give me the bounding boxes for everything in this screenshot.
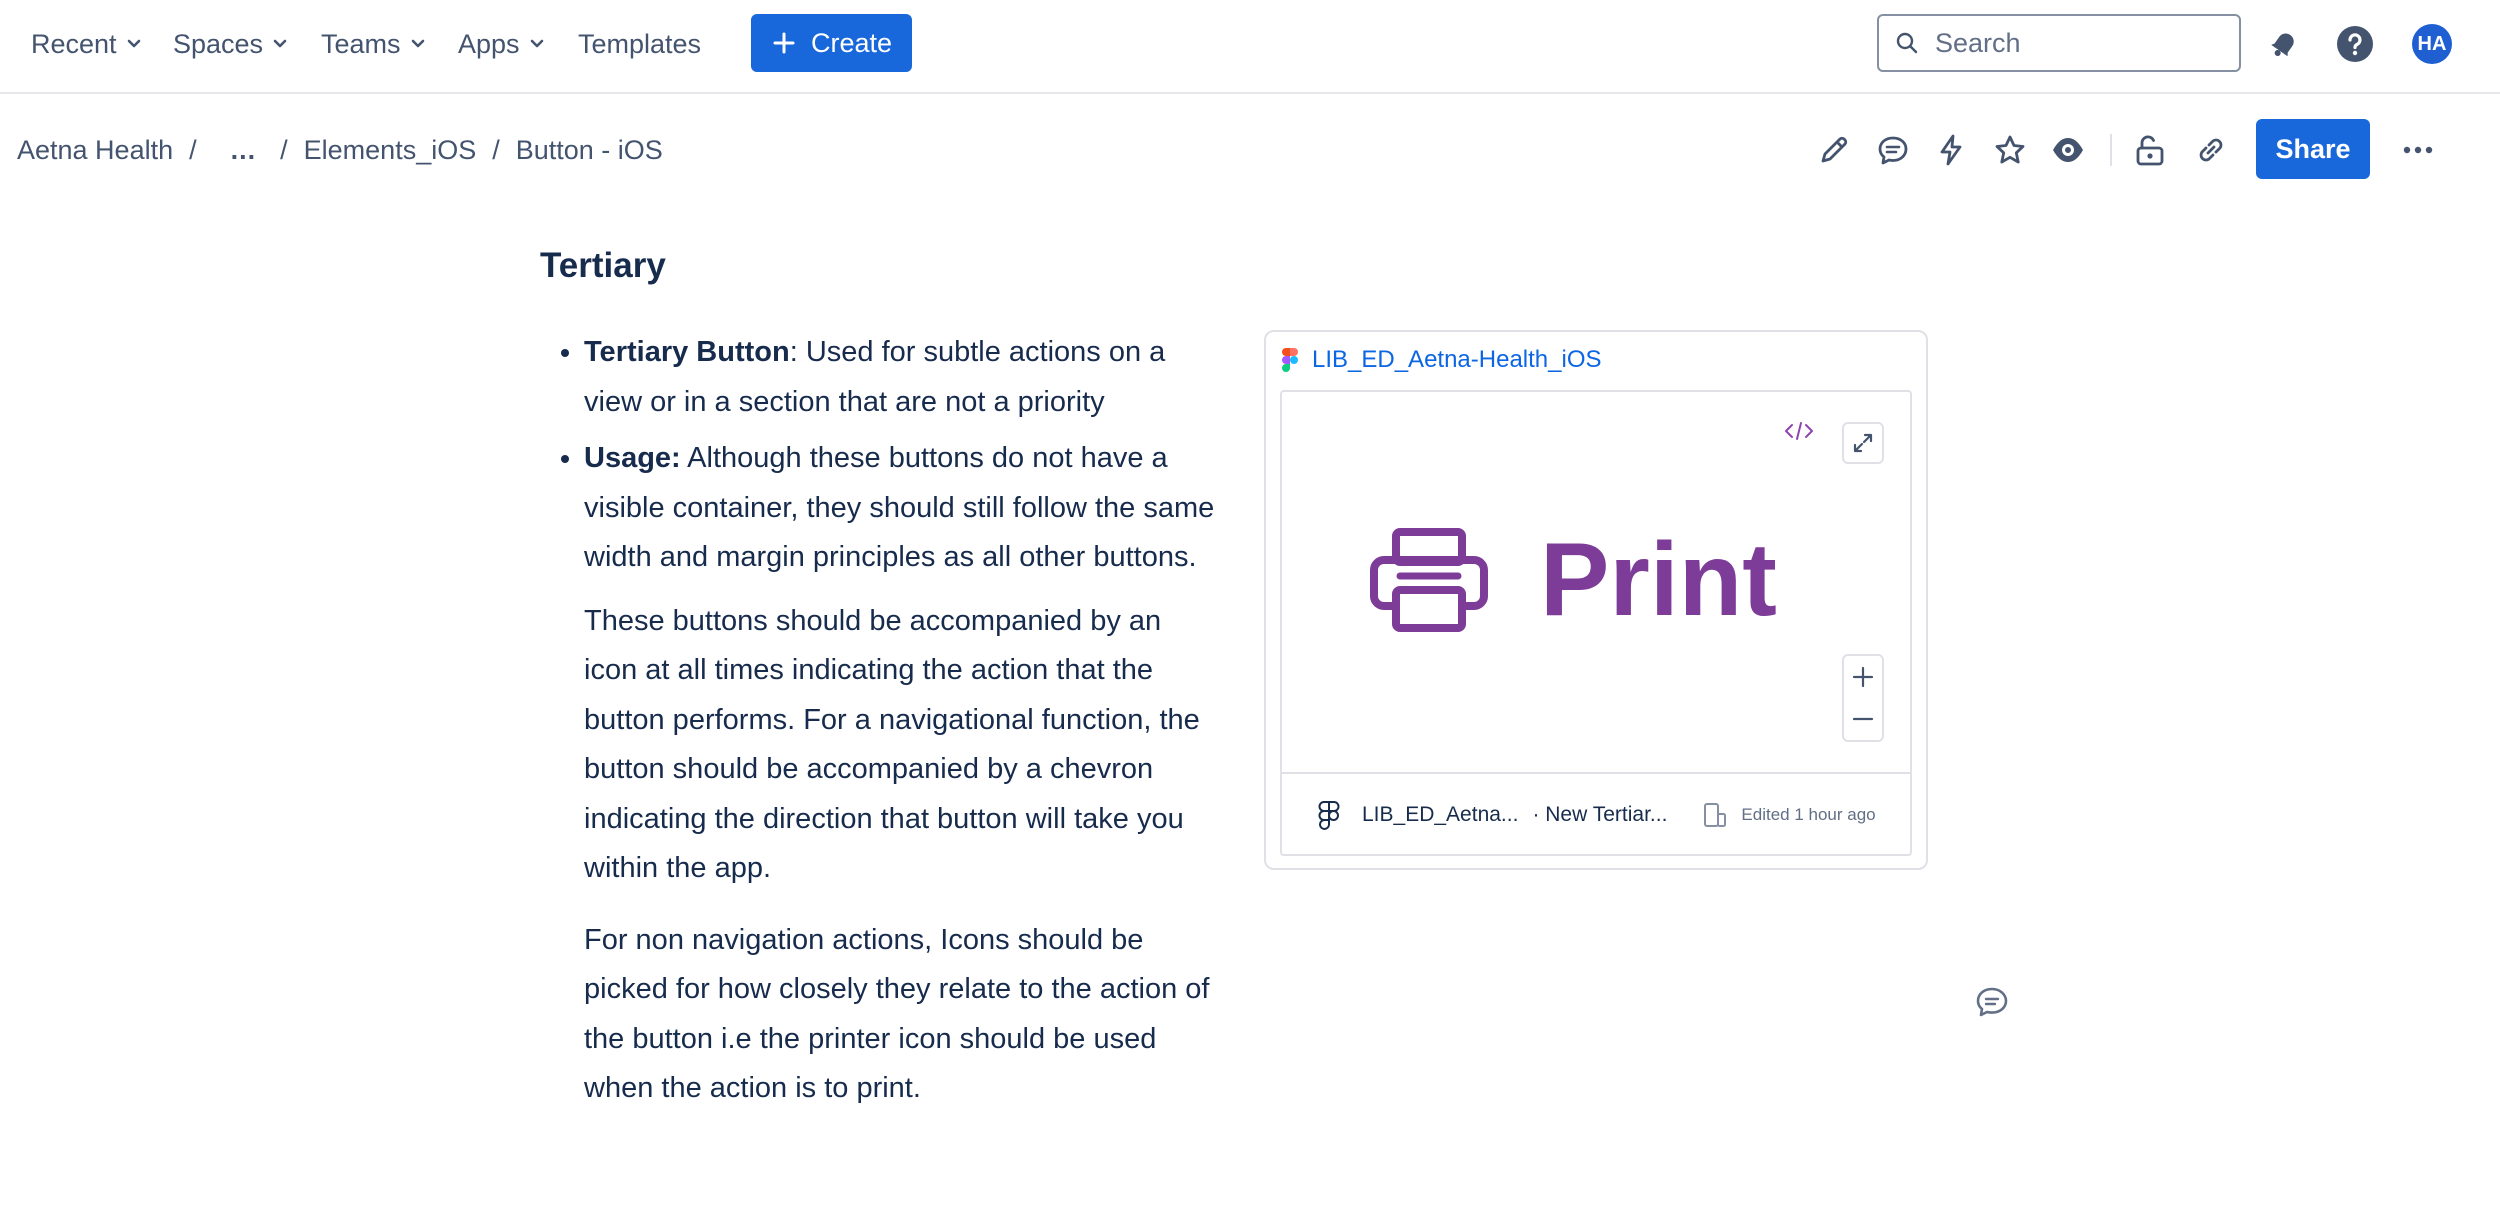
page-content: Tertiary Button: Used for subtle actions… — [540, 328, 1220, 1114]
figma-embed[interactable]: LIB_ED_Aetna-Health_iOS Print LIB_ED_Aet… — [1264, 330, 1928, 870]
chevron-down-icon — [530, 39, 543, 48]
nav-apps[interactable]: Apps — [458, 24, 546, 64]
breadcrumb-separator: / — [492, 134, 500, 165]
list-item: Usage: Although these buttons do not hav… — [584, 434, 1220, 583]
breadcrumb-item-space[interactable]: Aetna Health — [17, 135, 173, 166]
nav-teams-label: Teams — [321, 28, 401, 59]
figma-logo-icon — [1282, 348, 1298, 372]
bullet-term: Usage: — [584, 442, 681, 474]
create-button-label: Create — [810, 27, 893, 58]
zoom-controls — [1842, 654, 1884, 742]
help-button[interactable] — [2335, 24, 2375, 64]
device-icon — [1704, 803, 1727, 827]
share-button[interactable]: Share — [2256, 119, 2370, 179]
link-icon — [2199, 138, 2223, 162]
more-actions-button[interactable] — [2396, 128, 2440, 172]
automation-icon — [1940, 134, 1962, 166]
help-icon — [2337, 26, 2373, 62]
zoom-in-button[interactable] — [1844, 656, 1882, 698]
code-icon[interactable] — [1784, 420, 1814, 442]
star-button[interactable] — [1988, 128, 2032, 172]
avatar[interactable]: HA — [2412, 24, 2452, 64]
plus-icon — [773, 32, 795, 54]
breadcrumb: Aetna Health / ... / Elements_iOS / Butt… — [17, 130, 663, 170]
chevron-down-icon — [127, 39, 140, 48]
nav-apps-label: Apps — [458, 28, 520, 59]
paragraph: For non navigation actions, Icons should… — [584, 923, 1210, 1105]
minus-icon — [1852, 717, 1874, 721]
top-navigation: Recent Spaces Teams Apps Templates Creat… — [0, 0, 2500, 94]
expand-icon — [1853, 433, 1873, 453]
plus-icon — [1852, 666, 1874, 688]
restrictions-button[interactable] — [2128, 128, 2172, 172]
print-label: Print — [1540, 522, 1777, 638]
footer-edited-time: Edited 1 hour ago — [1741, 805, 1876, 824]
search-box[interactable] — [1877, 14, 2241, 72]
notifications-button[interactable] — [2264, 24, 2304, 64]
footer-frame-name: · New Tertiar... — [1532, 803, 1668, 826]
chevron-down-icon — [273, 39, 287, 48]
chevron-down-icon — [411, 39, 424, 48]
print-button-preview: Print — [1370, 528, 1777, 632]
breadcrumb-item-parent[interactable]: Elements_iOS — [304, 135, 477, 166]
embed-title-link[interactable]: LIB_ED_Aetna-Health_iOS — [1282, 346, 1602, 374]
avatar-initials: HA — [2417, 32, 2447, 55]
embed-title: LIB_ED_Aetna-Health_iOS — [1312, 346, 1602, 373]
breadcrumb-item-current[interactable]: Button - iOS — [516, 135, 663, 166]
printer-icon — [1370, 528, 1488, 632]
comment-icon — [1878, 136, 1908, 165]
footer-file-name: LIB_ED_Aetna... — [1362, 803, 1519, 826]
watch-button[interactable] — [2046, 128, 2090, 172]
copy-link-button[interactable] — [2189, 128, 2233, 172]
nav-spaces[interactable]: Spaces — [173, 24, 289, 64]
watch-icon — [2053, 138, 2083, 162]
list-item: Tertiary Button: Used for subtle actions… — [584, 328, 1220, 427]
breadcrumb-separator: / — [280, 134, 288, 165]
nav-spaces-label: Spaces — [173, 28, 264, 59]
automation-button[interactable] — [1929, 128, 1973, 172]
toolbar-divider — [2110, 134, 2112, 166]
nav-teams[interactable]: Teams — [321, 24, 427, 64]
bullet-list: Tertiary Button: Used for subtle actions… — [540, 328, 1220, 583]
inline-comment-icon[interactable] — [1974, 984, 2010, 1020]
search-icon — [1896, 32, 1918, 54]
paragraph: These buttons should be accompanied by a… — [584, 604, 1200, 885]
more-icon — [2403, 146, 2433, 154]
section-heading: Tertiary — [540, 246, 666, 285]
star-icon — [1995, 135, 2025, 164]
embed-preview-frame[interactable]: Print LIB_ED_Aetna... · New Tertiar... E… — [1280, 390, 1912, 856]
share-button-label: Share — [2275, 133, 2351, 164]
search-input[interactable] — [1933, 26, 2217, 60]
notifications-icon — [2271, 33, 2294, 57]
breadcrumb-item-ellipsis[interactable]: ... — [231, 135, 257, 166]
figma-file-icon — [1318, 801, 1340, 830]
nav-templates-label: Templates — [578, 28, 702, 59]
nav-templates[interactable]: Templates — [578, 24, 701, 64]
edit-icon — [1821, 136, 1848, 163]
nav-recent-label: Recent — [31, 28, 117, 59]
zoom-out-button[interactable] — [1844, 698, 1882, 740]
breadcrumb-separator: / — [189, 134, 197, 165]
bullet-term: Tertiary Button — [584, 336, 790, 368]
create-button[interactable]: Create — [751, 14, 912, 72]
embed-footer: LIB_ED_Aetna... · New Tertiar... Edited … — [1282, 772, 1910, 854]
nav-recent[interactable]: Recent — [31, 24, 143, 64]
unlock-icon — [2136, 135, 2164, 166]
comments-button[interactable] — [1871, 128, 1915, 172]
edit-button[interactable] — [1812, 128, 1856, 172]
expand-button[interactable] — [1842, 422, 1884, 464]
